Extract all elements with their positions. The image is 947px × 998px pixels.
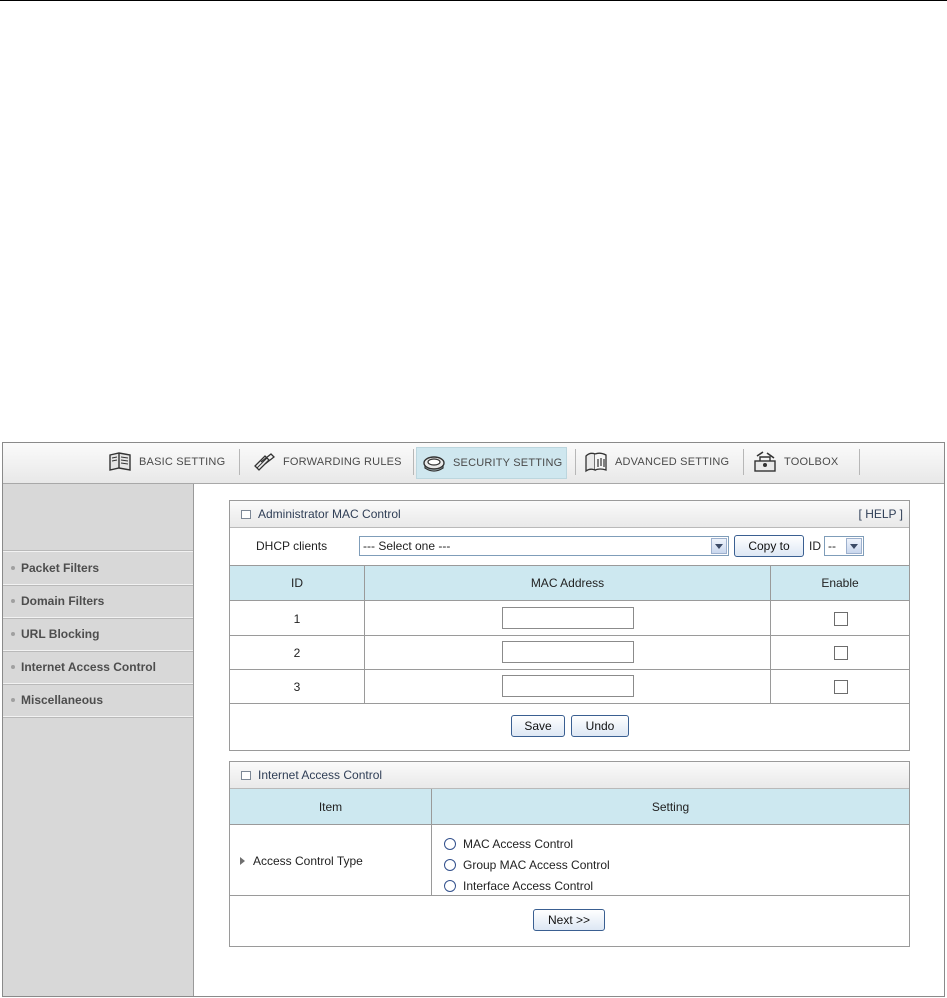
nav-separator [413,449,414,475]
radio-label: Interface Access Control [463,879,594,893]
admin-mac-control-panel: Administrator MAC Control [ HELP ] DHCP … [229,500,910,751]
radio-button[interactable] [444,859,456,871]
nav-label: ADVANCED SETTING [615,456,730,468]
panel-square-icon [241,770,251,780]
dhcp-select-value: --- Select one --- [363,539,451,553]
bullet-icon [11,566,15,570]
top-rule [0,0,947,1]
sidebar-item-label: URL Blocking [21,627,100,641]
mac-address-input-1[interactable] [502,607,634,629]
sidebar-item-packet-filters[interactable]: Packet Filters [3,552,193,585]
radio-mac-access-control[interactable]: MAC Access Control [444,837,573,851]
nav-basic-setting[interactable]: BASIC SETTING [103,447,229,477]
row-divider [230,895,909,896]
sidebar-item-internet-access-control[interactable]: Internet Access Control [3,651,193,684]
table-row-id: 1 [293,611,301,626]
column-header-id: ID [230,566,364,601]
radio-button[interactable] [444,838,456,850]
id-select[interactable]: -- [824,536,864,556]
table-row-id: 3 [293,679,301,694]
id-label: ID [809,539,821,553]
enable-checkbox-1[interactable] [834,612,848,626]
column-header-mac-address: MAC Address [365,566,770,601]
nav-label: BASIC SETTING [139,456,226,468]
sidebar: Packet Filters Domain Filters URL Blocki… [3,484,194,996]
radio-button[interactable] [444,880,456,892]
sidebar-item-label: Internet Access Control [21,660,156,674]
nav-label: SECURITY SETTING [453,457,563,469]
table-row-id: 2 [293,645,301,660]
row-divider [230,703,909,704]
sidebar-item-label: Domain Filters [21,594,105,608]
bullet-icon [11,665,15,669]
item-label: Access Control Type [253,853,363,868]
top-nav: BASIC SETTING FORWARDING RULES SECURITY … [3,443,944,484]
sidebar-item-domain-filters[interactable]: Domain Filters [3,585,193,618]
dhcp-clients-label: DHCP clients [256,539,328,553]
chevron-down-icon [711,538,727,554]
next-button[interactable]: Next >> [533,909,605,931]
column-header-setting: Setting [432,789,909,825]
enable-checkbox-2[interactable] [834,646,848,660]
undo-button[interactable]: Undo [571,715,629,737]
nav-label: FORWARDING RULES [283,456,402,468]
id-select-value: -- [828,539,836,553]
nav-security-setting[interactable]: SECURITY SETTING [416,447,568,479]
panel-title: Administrator MAC Control [258,507,401,521]
radio-label: Group MAC Access Control [463,858,610,872]
column-divider [431,789,432,895]
router-admin-frame: BASIC SETTING FORWARDING RULES SECURITY … [2,442,945,997]
security-setting-icon [423,456,445,472]
panel-header: Internet Access Control [230,762,909,789]
column-divider [770,566,771,703]
sidebar-item-miscellaneous[interactable]: Miscellaneous [3,684,193,717]
basic-setting-icon [109,452,131,471]
bullet-icon [11,632,15,636]
nav-label: TOOLBOX [784,456,839,468]
sidebar-item-label: Miscellaneous [21,693,104,707]
sidebar-item-url-blocking[interactable]: URL Blocking [3,618,193,651]
caret-right-icon [240,856,245,865]
sidebar-item-label: Packet Filters [21,561,100,575]
copy-to-button[interactable]: Copy to [734,535,804,557]
nav-separator [239,449,240,475]
save-button[interactable]: Save [511,715,565,737]
nav-separator [743,449,744,475]
nav-advanced-setting[interactable]: ADVANCED SETTING [579,447,733,477]
forwarding-rules-icon [254,453,275,471]
column-header-item: Item [230,789,431,825]
dhcp-clients-select[interactable]: --- Select one --- [359,536,729,556]
radio-label: MAC Access Control [463,837,574,851]
nav-forwarding-rules[interactable]: FORWARDING RULES [247,447,406,477]
column-divider [364,566,365,703]
mac-address-input-2[interactable] [502,641,634,663]
nav-toolbox[interactable]: TOOLBOX [748,447,842,477]
panel-header: Administrator MAC Control [ HELP ] [230,501,909,528]
chevron-down-icon [846,538,862,554]
bullet-icon [11,599,15,603]
bullet-icon [11,698,15,702]
panel-title: Internet Access Control [258,768,383,782]
internet-access-control-panel: Internet Access Control Item Setting Acc… [229,761,910,947]
nav-separator [859,449,860,475]
help-link[interactable]: [ HELP ] [859,507,903,521]
column-header-enable: Enable [771,566,909,601]
radio-interface-access-control[interactable]: Interface Access Control [444,879,593,893]
panel-square-icon [241,509,251,519]
enable-checkbox-3[interactable] [834,680,848,694]
radio-group-mac-access-control[interactable]: Group MAC Access Control [444,858,610,872]
mac-address-input-3[interactable] [502,675,634,697]
toolbox-icon [754,451,776,472]
nav-separator [575,449,576,475]
access-control-type-label: Access Control Type [240,826,363,895]
advanced-setting-icon [585,452,607,473]
